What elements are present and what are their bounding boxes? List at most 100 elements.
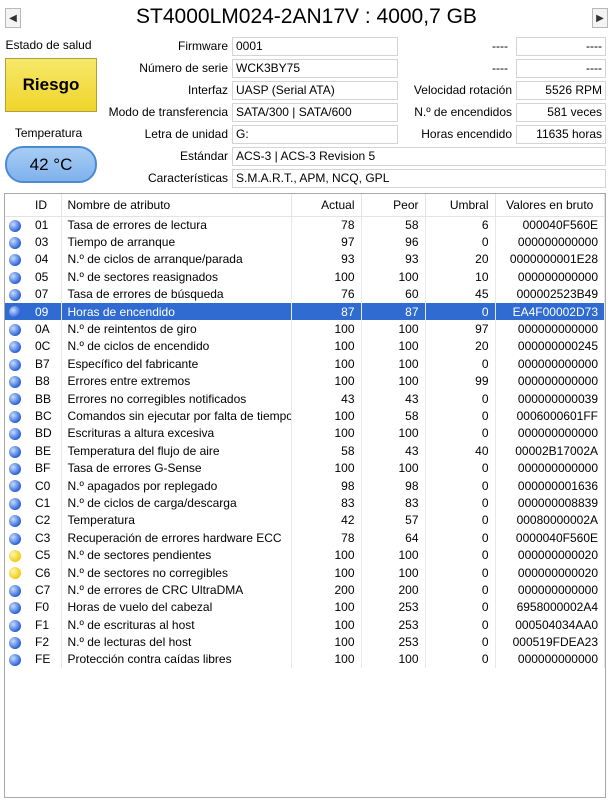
status-cell <box>5 529 29 546</box>
good-status-icon <box>9 341 21 354</box>
interface-field: UASP (Serial ATA) <box>232 81 398 100</box>
current-value: 100 <box>291 320 362 338</box>
good-status-icon <box>9 619 21 632</box>
raw-value: 000000000020 <box>495 546 605 564</box>
threshold-value: 0 <box>425 494 496 512</box>
column-current[interactable]: Actual <box>291 194 362 217</box>
good-status-icon <box>9 306 21 319</box>
good-status-icon <box>9 480 21 493</box>
attribute-name: N.º apagados por replegado <box>61 476 292 495</box>
firmware-label: Firmware <box>178 39 228 53</box>
table-row[interactable]: 07 Tasa de errores de búsqueda 76 60 45 00000… <box>5 285 605 303</box>
table-row[interactable]: 03 Tiempo de arranque 97 96 0 000000000000 <box>5 233 605 251</box>
table-row[interactable]: FE Protección contra caídas libres 100 100 0… <box>5 650 605 669</box>
table-row[interactable]: 05 N.º de sectores reasignados 100 100 10 000… <box>5 268 605 286</box>
table-row[interactable]: B7 Específico del fabricante 100 100 0 000000… <box>5 355 605 373</box>
attribute-name: N.º de sectores no corregibles <box>61 563 292 582</box>
table-row[interactable]: BD Escrituras a altura excesiva 100 100 0 000… <box>5 424 605 443</box>
attribute-id: 01 <box>29 216 62 234</box>
current-value: 100 <box>291 407 362 425</box>
threshold-value: 97 <box>425 320 496 338</box>
good-status-icon <box>9 462 21 475</box>
column-raw-values[interactable]: Valores en bruto <box>495 194 605 217</box>
table-row[interactable]: C1 N.º de ciclos de carga/descarga 83 83 0 00… <box>5 494 605 512</box>
raw-value: 000000000000 <box>495 320 605 338</box>
table-row[interactable]: F1 N.º de escrituras al host 100 253 0 000504… <box>5 615 605 634</box>
table-row[interactable]: 09 Horas de encendido 87 87 0 EA4F00002D73 <box>5 302 605 321</box>
table-row[interactable]: B8 Errores entre extremos 100 100 99 00000000… <box>5 372 605 390</box>
attribute-id: C7 <box>29 581 62 599</box>
triangle-left-icon: ◀ <box>9 12 17 24</box>
status-cell <box>5 302 29 321</box>
table-row[interactable]: BB Errores no corregibles notificados 43 43… <box>5 389 605 408</box>
table-row[interactable]: BC Comandos sin ejecutar por falta de tie… <box>5 407 605 425</box>
column-status[interactable] <box>5 194 29 217</box>
raw-value: 000000000245 <box>495 337 605 356</box>
table-row[interactable]: C5 N.º de sectores pendientes 100 100 0 00000… <box>5 546 605 564</box>
good-status-icon <box>9 654 21 667</box>
threshold-value: 0 <box>425 511 496 530</box>
table-row[interactable]: C0 N.º apagados por replegado 98 98 0 0000000… <box>5 476 605 495</box>
attribute-id: BB <box>29 389 62 408</box>
current-value: 100 <box>291 268 362 286</box>
table-row[interactable]: C3 Recuperación de errores hardware ECC 78… <box>5 529 605 547</box>
worst-value: 253 <box>361 598 426 616</box>
status-cell <box>5 581 29 598</box>
worst-value: 253 <box>361 615 426 634</box>
status-cell <box>5 338 29 355</box>
status-cell <box>5 477 29 494</box>
raw-value: 000000000000 <box>495 268 605 286</box>
attribute-id: 09 <box>29 302 62 321</box>
status-cell <box>5 407 29 424</box>
threshold-value: 0 <box>425 407 496 425</box>
threshold-value: 0 <box>425 302 496 321</box>
status-cell <box>5 599 29 616</box>
serial-label: Número de serie <box>139 61 228 75</box>
table-row[interactable]: BF Tasa de errores G-Sense 100 100 0 00000000… <box>5 459 605 477</box>
table-row[interactable]: 01 Tasa de errores de lectura 78 58 6 000040F… <box>5 216 605 234</box>
table-row[interactable]: 0C N.º de ciclos de encendido 100 100 20 0000… <box>5 337 605 356</box>
raw-value: 0000000001E28 <box>495 250 605 269</box>
temperature-button[interactable]: 42 °C <box>5 146 97 183</box>
drive-title: ST4000LM024-2AN17V : 4000,7 GB <box>136 5 477 28</box>
attribute-name: N.º de lecturas del host <box>61 633 292 651</box>
column-threshold[interactable]: Umbral <box>425 194 496 217</box>
column-id[interactable]: ID <box>29 194 62 217</box>
status-cell <box>5 459 29 476</box>
current-value: 58 <box>291 442 362 460</box>
health-status-button[interactable]: Riesgo <box>5 58 97 112</box>
previous-drive-button[interactable]: ◀ <box>5 8 21 28</box>
good-status-icon <box>9 636 21 649</box>
raw-value: 000000000000 <box>495 233 605 251</box>
next-drive-button[interactable]: ▶ <box>592 8 608 28</box>
current-value: 100 <box>291 355 362 373</box>
threshold-value: 0 <box>425 424 496 443</box>
current-value: 200 <box>291 581 362 599</box>
table-row[interactable]: F2 N.º de lecturas del host 100 253 0 000519F… <box>5 633 605 651</box>
temperature-label: Temperatura <box>14 126 83 140</box>
attribute-id: BE <box>29 442 62 460</box>
current-value: 100 <box>291 546 362 564</box>
drive-letter-field: G: <box>232 125 398 144</box>
attribute-id: F0 <box>29 598 62 616</box>
current-value: 100 <box>291 615 362 634</box>
table-row[interactable]: 0A N.º de reintentos de giro 100 100 97 00000… <box>5 320 605 338</box>
raw-value: 000000000039 <box>495 389 605 408</box>
empty-label-1: ---- <box>402 37 512 56</box>
attribute-id: C3 <box>29 529 62 547</box>
table-row[interactable]: BE Temperatura del flujo de aire 58 43 40 000… <box>5 442 605 460</box>
drive-letter-label: Letra de unidad <box>144 127 228 141</box>
table-row[interactable]: F0 Horas de vuelo del cabezal 100 253 0 69580… <box>5 598 605 616</box>
table-row[interactable]: C2 Temperatura 42 57 0 00080000002A <box>5 511 605 530</box>
smart-attributes-table[interactable]: ID Nombre de atributo Actual Peor Umbral… <box>4 193 606 798</box>
threshold-value: 0 <box>425 459 496 477</box>
threshold-value: 45 <box>425 285 496 303</box>
table-row[interactable]: C7 N.º de errores de CRC UltraDMA 200 200 0 0… <box>5 581 605 599</box>
good-status-icon <box>9 236 21 249</box>
column-attribute-name[interactable]: Nombre de atributo <box>61 194 292 217</box>
worst-value: 64 <box>361 529 426 547</box>
column-worst[interactable]: Peor <box>361 194 426 217</box>
table-row[interactable]: 04 N.º de ciclos de arranque/parada 93 93 20… <box>5 250 605 269</box>
raw-value: 000000000000 <box>495 355 605 373</box>
table-row[interactable]: C6 N.º de sectores no corregibles 100 100 0 0… <box>5 563 605 582</box>
